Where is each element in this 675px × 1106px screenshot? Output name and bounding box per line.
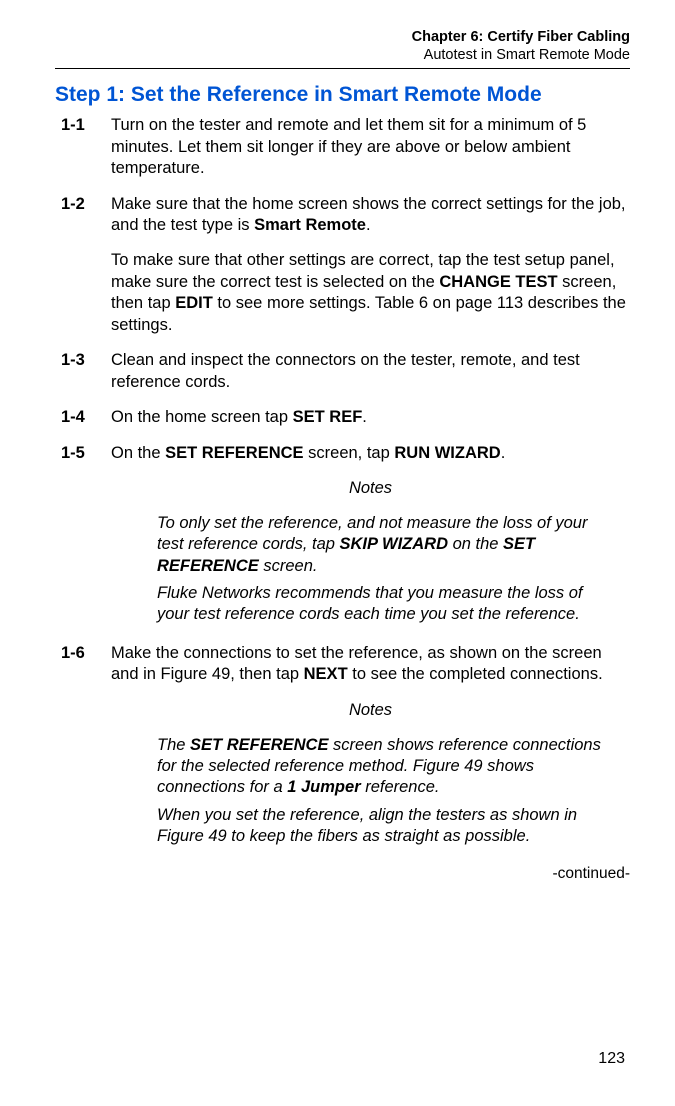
step-number: 1-1 <box>61 115 95 179</box>
step-number: 1-2 <box>61 194 95 337</box>
continued-marker: -continued- <box>55 865 630 883</box>
notes-label: Notes <box>111 478 630 499</box>
step-text: Make sure that the home screen shows the… <box>111 194 630 237</box>
term-edit: EDIT <box>175 294 213 312</box>
term-set-reference: SET REFERENCE <box>165 444 303 462</box>
header-rule <box>55 68 630 69</box>
term-set-reference: SET REFERENCE <box>190 736 328 754</box>
note-text: When you set the reference, align the te… <box>157 805 612 847</box>
step-1-6: 1-6 Make the connections to set the refe… <box>61 643 630 851</box>
step-text: Clean and inspect the connectors on the … <box>111 350 630 393</box>
note-text: The SET REFERENCE screen shows reference… <box>157 735 612 798</box>
step-body: On the home screen tap SET REF. <box>111 407 630 428</box>
running-header: Chapter 6: Certify Fiber Cabling Autotes… <box>55 28 630 64</box>
step-body: Make sure that the home screen shows the… <box>111 194 630 337</box>
term-smart-remote: Smart Remote <box>254 216 366 234</box>
page-number: 123 <box>598 1050 625 1068</box>
step-1-2: 1-2 Make sure that the home screen shows… <box>61 194 630 337</box>
step-text: On the home screen tap SET REF. <box>111 407 630 428</box>
step-number: 1-6 <box>61 643 95 851</box>
term-next: NEXT <box>304 665 348 683</box>
term-set-ref: SET REF <box>293 408 363 426</box>
step-1-1: 1-1 Turn on the tester and remote and le… <box>61 115 630 179</box>
page-content: Chapter 6: Certify Fiber Cabling Autotes… <box>0 0 675 883</box>
step-number: 1-4 <box>61 407 95 428</box>
chapter-title: Chapter 6: Certify Fiber Cabling <box>55 28 630 46</box>
step-body: On the SET REFERENCE screen, tap RUN WIZ… <box>111 443 630 629</box>
term-run-wizard: RUN WIZARD <box>394 444 500 462</box>
term-skip-wizard: SKIP WIZARD <box>340 535 448 553</box>
step-1-3: 1-3 Clean and inspect the connectors on … <box>61 350 630 393</box>
step-body: Clean and inspect the connectors on the … <box>111 350 630 393</box>
step-number: 1-5 <box>61 443 95 629</box>
note-text: Fluke Networks recommends that you measu… <box>157 583 612 625</box>
term-1-jumper: 1 Jumper <box>287 778 360 796</box>
step-text: To make sure that other settings are cor… <box>111 250 630 336</box>
notes-block: To only set the reference, and not measu… <box>157 513 612 625</box>
steps-list: 1-1 Turn on the tester and remote and le… <box>61 115 630 851</box>
step-text: On the SET REFERENCE screen, tap RUN WIZ… <box>111 443 630 464</box>
step-text: Turn on the tester and remote and let th… <box>111 115 630 179</box>
step-body: Make the connections to set the referenc… <box>111 643 630 851</box>
note-text: To only set the reference, and not measu… <box>157 513 612 576</box>
step-1-4: 1-4 On the home screen tap SET REF. <box>61 407 630 428</box>
term-change-test: CHANGE TEST <box>439 273 557 291</box>
section-heading: Step 1: Set the Reference in Smart Remot… <box>55 83 630 107</box>
step-text: Make the connections to set the referenc… <box>111 643 630 686</box>
notes-label: Notes <box>111 700 630 721</box>
step-number: 1-3 <box>61 350 95 393</box>
step-body: Turn on the tester and remote and let th… <box>111 115 630 179</box>
chapter-subtitle: Autotest in Smart Remote Mode <box>55 46 630 64</box>
notes-block: The SET REFERENCE screen shows reference… <box>157 735 612 847</box>
step-1-5: 1-5 On the SET REFERENCE screen, tap RUN… <box>61 443 630 629</box>
